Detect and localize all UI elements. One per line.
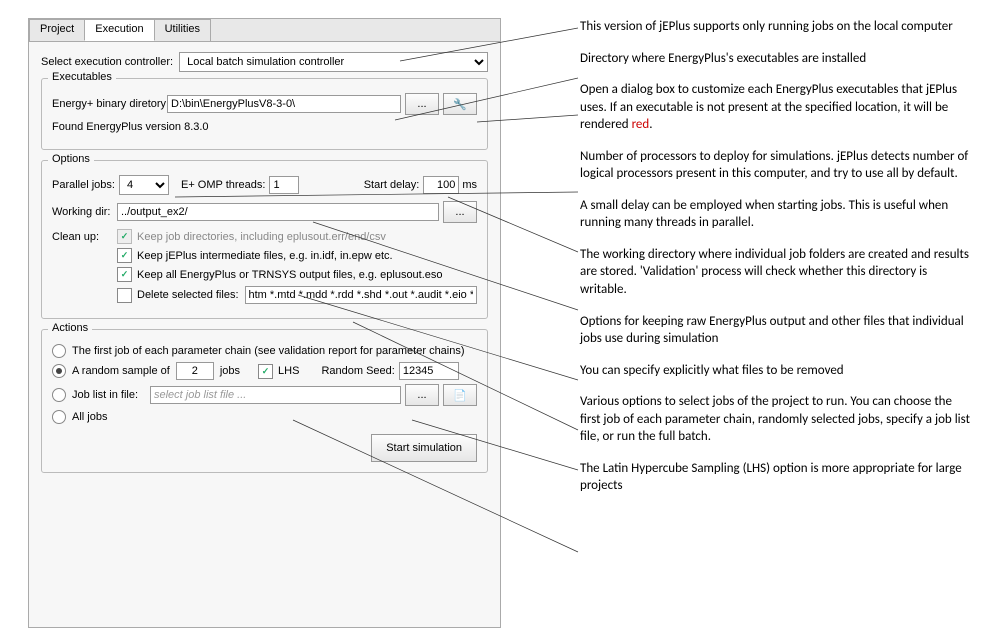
anno-8: You can specify explicitly what files to… — [580, 362, 970, 380]
delete-files-input[interactable] — [245, 286, 478, 304]
folder-icon: 📄 — [453, 389, 467, 402]
anno-7: Options for keeping raw EnergyPlus outpu… — [580, 313, 970, 348]
wrench-icon: 🔧 — [453, 98, 467, 111]
random-sample-radio[interactable] — [52, 364, 66, 378]
tab-utilities[interactable]: Utilities — [154, 19, 211, 41]
open-job-list-button[interactable]: 📄 — [443, 384, 477, 406]
anno-3: Open a dialog box to customize each Ener… — [580, 81, 970, 134]
working-dir-label: Working dir: — [52, 206, 117, 218]
found-version-text: Found EnergyPlus version 8.3.0 — [52, 121, 209, 133]
tab-execution[interactable]: Execution — [84, 19, 154, 41]
keep-job-dirs-label: Keep job directories, including eplusout… — [137, 231, 386, 243]
job-list-label: Job list in file: — [72, 389, 150, 401]
start-simulation-button[interactable]: Start simulation — [371, 434, 477, 462]
anno-2: Directory where EnergyPlus's executables… — [580, 50, 970, 68]
configure-executables-button[interactable]: 🔧 — [443, 93, 477, 115]
executables-group: Executables Energy+ binary diretory ... … — [41, 78, 488, 150]
first-job-radio[interactable] — [52, 344, 66, 358]
delete-selected-checkbox[interactable] — [117, 288, 132, 303]
random-seed-label: Random Seed: — [321, 365, 394, 377]
keep-output-label: Keep all EnergyPlus or TRNSYS output fil… — [137, 269, 443, 281]
lhs-checkbox[interactable] — [258, 364, 273, 379]
parallel-jobs-select[interactable]: 4 — [119, 175, 169, 195]
random-sample-label-a: A random sample of — [72, 365, 170, 377]
working-dir-input[interactable] — [117, 203, 439, 221]
tab-project[interactable]: Project — [29, 19, 85, 41]
random-seed-input[interactable] — [399, 362, 459, 380]
browse-working-dir-button[interactable]: ... — [443, 201, 477, 223]
start-delay-label: Start delay: — [364, 179, 420, 191]
parallel-jobs-label: Parallel jobs: — [52, 179, 115, 191]
browse-job-list-button[interactable]: ... — [405, 384, 439, 406]
execution-panel: Project Execution Utilities Select execu… — [28, 18, 501, 628]
start-delay-unit: ms — [462, 179, 477, 191]
sample-count-input[interactable] — [176, 362, 214, 380]
keep-output-checkbox[interactable] — [117, 267, 132, 282]
start-delay-input[interactable] — [423, 176, 459, 194]
random-sample-label-b: jobs — [220, 365, 240, 377]
all-jobs-radio[interactable] — [52, 410, 66, 424]
first-job-label: The first job of each parameter chain (s… — [72, 345, 465, 357]
delete-selected-label: Delete selected files: — [137, 289, 239, 301]
all-jobs-label: All jobs — [72, 411, 107, 423]
cleanup-label: Clean up: — [52, 229, 117, 308]
controller-select[interactable]: Local batch simulation controller — [179, 52, 488, 72]
annotations: This version of jEPlus supports only run… — [580, 18, 970, 509]
controller-label: Select execution controller: — [41, 56, 173, 68]
tab-bar: Project Execution Utilities — [29, 19, 500, 42]
executables-legend: Executables — [48, 71, 116, 83]
options-legend: Options — [48, 153, 94, 165]
keep-job-dirs-checkbox — [117, 229, 132, 244]
omp-threads-input[interactable] — [269, 176, 299, 194]
lhs-label: LHS — [278, 365, 299, 377]
anno-6: The working directory where individual j… — [580, 246, 970, 299]
actions-legend: Actions — [48, 322, 92, 334]
job-list-file-input[interactable] — [150, 386, 401, 404]
anno-4: Number of processors to deploy for simul… — [580, 148, 970, 183]
omp-threads-label: E+ OMP threads: — [181, 179, 265, 191]
actions-group: Actions The first job of each parameter … — [41, 329, 488, 473]
anno-10: The Latin Hypercube Sampling (LHS) optio… — [580, 460, 970, 495]
keep-intermediate-checkbox[interactable] — [117, 248, 132, 263]
anno-9: Various options to select jobs of the pr… — [580, 393, 970, 446]
browse-binary-button[interactable]: ... — [405, 93, 439, 115]
options-group: Options Parallel jobs: 4 E+ OMP threads:… — [41, 160, 488, 319]
binary-dir-input[interactable] — [167, 95, 401, 113]
anno-1: This version of jEPlus supports only run… — [580, 18, 970, 36]
job-list-radio[interactable] — [52, 388, 66, 402]
anno-5: A small delay can be employed when start… — [580, 197, 970, 232]
binary-dir-label: Energy+ binary diretory — [52, 98, 167, 110]
keep-intermediate-label: Keep jEPlus intermediate files, e.g. in.… — [137, 250, 393, 262]
